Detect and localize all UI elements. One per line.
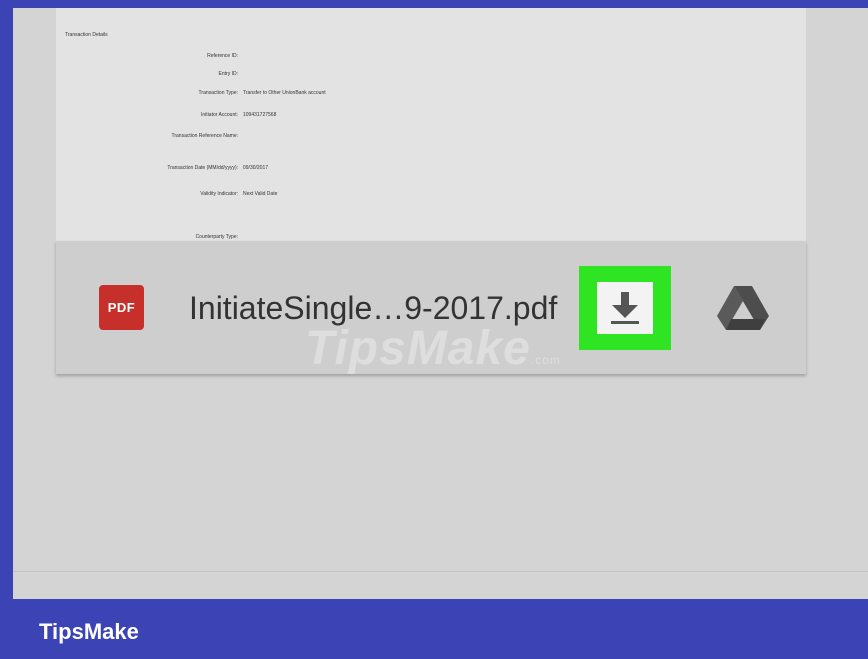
field-label: Counterparty Type: [195, 234, 238, 240]
field-row: Validity Indicator: Next Valid Date [56, 191, 806, 199]
field-row: Transaction Reference Name: [56, 133, 806, 141]
field-label: Entry ID: [218, 71, 238, 77]
section-title: Transaction Details [65, 32, 108, 38]
field-label: Reference ID: [207, 53, 238, 59]
field-value: 109431727568 [243, 112, 277, 118]
field-row: Transaction Type: Transfer to Other Unio… [56, 90, 806, 98]
field-label: Transaction Type: [198, 90, 238, 96]
field-row: Entry ID: [56, 71, 806, 79]
field-label: Validity Indicator: [200, 191, 238, 197]
field-row: Reference ID: [56, 53, 806, 61]
field-row: Initiator Account: 109431727568 [56, 112, 806, 120]
pdf-file-icon: PDF [99, 285, 144, 330]
file-name[interactable]: InitiateSingle…9-2017.pdf [189, 290, 557, 326]
watermark-suffix: .com [530, 353, 561, 367]
brand-label: TipsMake [39, 619, 139, 644]
google-drive-icon[interactable] [717, 286, 769, 330]
pdf-document-preview: Transaction Details Reference ID: Entry … [56, 8, 806, 241]
field-label: Transaction Date (MM/dd/yyyy): [167, 165, 238, 171]
divider [13, 571, 868, 572]
download-button-inner[interactable] [597, 282, 653, 334]
field-label: Transaction Reference Name: [171, 133, 238, 139]
field-value: Transfer to Other UnionBank account [243, 90, 326, 96]
download-button[interactable] [579, 266, 671, 350]
field-label: Initiator Account: [201, 112, 238, 118]
watermark: TipsMake.com [305, 324, 561, 385]
field-value: Next Valid Date [243, 191, 278, 197]
field-value: 09/30/2017 [243, 165, 269, 171]
field-row: Transaction Date (MM/dd/yyyy): 09/30/201… [56, 165, 806, 173]
pdf-icon-label: PDF [107, 300, 136, 315]
watermark-text: TipsMake [305, 322, 531, 375]
download-icon [611, 292, 639, 324]
screen-frame: Transaction Details Reference ID: Entry … [13, 8, 868, 599]
